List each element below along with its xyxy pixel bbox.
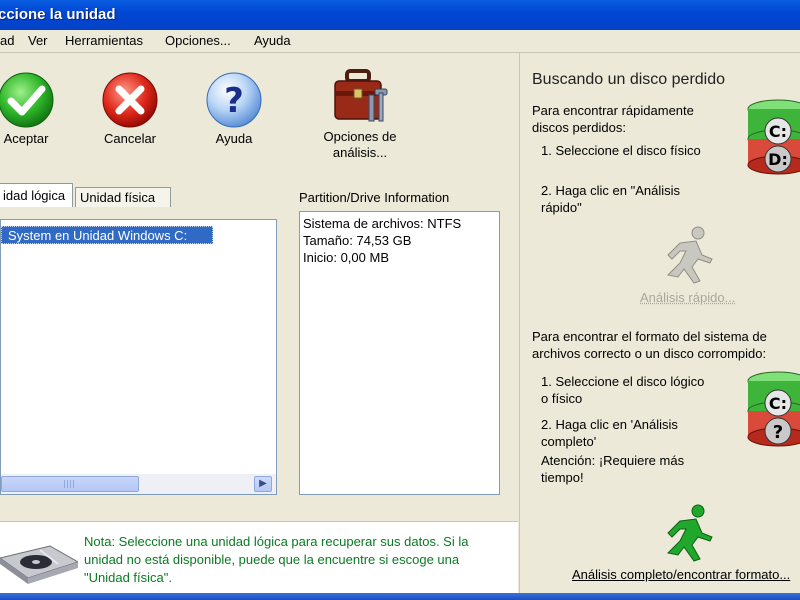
- quick-analysis-button[interactable]: Análisis rápido...: [638, 225, 748, 307]
- cancel-label: Cancelar: [98, 131, 162, 147]
- partition-info-title: Partition/Drive Information: [299, 190, 449, 205]
- running-man-icon: [658, 225, 718, 285]
- accept-label: Aceptar: [0, 131, 58, 147]
- analysis-options-label-1: Opciones de: [316, 129, 404, 145]
- help-icon: ?: [205, 71, 263, 129]
- disk-label-d: D:: [768, 150, 788, 169]
- quick-intro-line-1: Para encontrar rápidamente: [532, 102, 694, 119]
- full-step-1-line-1: 1. Seleccione el disco lógico: [541, 373, 704, 390]
- filesystem-value: Sistema de archivos: NTFS: [303, 215, 496, 232]
- analysis-options-label-2: análisis...: [316, 145, 404, 161]
- grip-icon: [64, 480, 76, 488]
- full-warning: Atención: ¡Requiere más tiempo!: [541, 452, 684, 486]
- note-line-2: unidad no está disponible, puede que la …: [84, 551, 509, 569]
- help-button[interactable]: ? Ayuda: [202, 71, 266, 147]
- hard-drive-icon: [0, 528, 78, 588]
- close-icon: [101, 71, 159, 129]
- full-analysis-button[interactable]: Análisis completo/encontrar formato...: [572, 503, 800, 585]
- full-intro: Para encontrar el formato del sistema de…: [532, 328, 767, 362]
- horizontal-scrollbar[interactable]: ▶: [1, 474, 276, 494]
- window-bottom-border: [0, 593, 800, 600]
- help-label: Ayuda: [202, 131, 266, 147]
- accept-button[interactable]: Aceptar: [0, 71, 58, 147]
- disk-label-c-2: C:: [769, 394, 787, 413]
- quick-step-2-line-2: rápido": [541, 199, 680, 216]
- drive-list[interactable]: System en Unidad Windows C: ▶: [0, 219, 277, 495]
- disk-label-unknown: ?: [773, 422, 783, 443]
- disk-cd-icon: C: D:: [744, 97, 800, 181]
- full-warning-line-1: Atención: ¡Requiere más: [541, 452, 684, 469]
- quick-intro-line-2: discos perdidos:: [532, 119, 694, 136]
- menu-file[interactable]: ad: [0, 33, 14, 48]
- quick-step-1: 1. Seleccione el disco físico: [541, 142, 701, 159]
- quick-step-2-line-1: 2. Haga clic en "Análisis: [541, 182, 680, 199]
- disk-unknown-icon: C: ?: [744, 369, 800, 453]
- running-man-icon: [658, 503, 718, 563]
- full-intro-line-2: archivos correcto o un disco corrompido:: [532, 345, 767, 362]
- menu-help[interactable]: Ayuda: [254, 33, 291, 48]
- right-panel-title: Buscando un disco perdido: [532, 71, 725, 89]
- analysis-options-button[interactable]: Opciones de análisis...: [316, 67, 404, 161]
- full-intro-line-1: Para encontrar el formato del sistema de: [532, 328, 767, 345]
- quick-step-2: 2. Haga clic en "Análisis rápido": [541, 182, 680, 216]
- full-step-1-line-2: o físico: [541, 390, 704, 407]
- tab-logical-drive[interactable]: idad lógica: [0, 183, 73, 207]
- right-pane: Buscando un disco perdido Para encontrar…: [519, 53, 800, 593]
- menu-view[interactable]: Ver: [28, 33, 48, 48]
- disk-label-c: C:: [769, 122, 787, 141]
- size-value: Tamaño: 74,53 GB: [303, 232, 496, 249]
- svg-text:?: ?: [224, 81, 244, 121]
- toolbox-icon: [329, 67, 391, 127]
- menu-tools[interactable]: Herramientas: [65, 33, 143, 48]
- full-step-2-line-2: completo': [541, 433, 678, 450]
- cancel-button[interactable]: Cancelar: [98, 71, 162, 147]
- full-step-1: 1. Seleccione el disco lógico o físico: [541, 373, 704, 407]
- note-panel: Nota: Seleccione una unidad lógica para …: [0, 521, 518, 594]
- menu-bar: ad Ver Herramientas Opciones... Ayuda: [0, 30, 800, 53]
- tab-physical-drive[interactable]: Unidad física: [75, 187, 171, 207]
- full-step-2: 2. Haga clic en 'Análisis completo': [541, 416, 678, 450]
- note-line-3: "Unidad física".: [84, 569, 509, 587]
- full-warning-line-2: tiempo!: [541, 469, 684, 486]
- checkmark-icon: [0, 71, 55, 129]
- note-line-1: Nota: Seleccione una unidad lógica para …: [84, 533, 509, 551]
- quick-intro: Para encontrar rápidamente discos perdid…: [532, 102, 694, 136]
- window-title: ccione la unidad: [0, 6, 116, 23]
- full-analysis-label: Análisis completo/encontrar formato...: [572, 566, 790, 583]
- list-item-selected[interactable]: System en Unidad Windows C:: [1, 226, 213, 244]
- scroll-right-icon[interactable]: ▶: [254, 476, 272, 492]
- start-value: Inicio: 0,00 MB: [303, 249, 496, 266]
- full-step-2-line-1: 2. Haga clic en 'Análisis: [541, 416, 678, 433]
- partition-info-box: Sistema de archivos: NTFS Tamaño: 74,53 …: [299, 211, 500, 495]
- menu-options[interactable]: Opciones...: [165, 33, 231, 48]
- quick-analysis-label: Análisis rápido...: [640, 289, 735, 306]
- title-bar[interactable]: ccione la unidad: [0, 0, 800, 30]
- scroll-thumb[interactable]: [1, 476, 139, 492]
- note-text: Nota: Seleccione una unidad lógica para …: [84, 533, 509, 587]
- left-pane: Aceptar Cancelar ? Ayuda Opciones de aná…: [0, 53, 518, 593]
